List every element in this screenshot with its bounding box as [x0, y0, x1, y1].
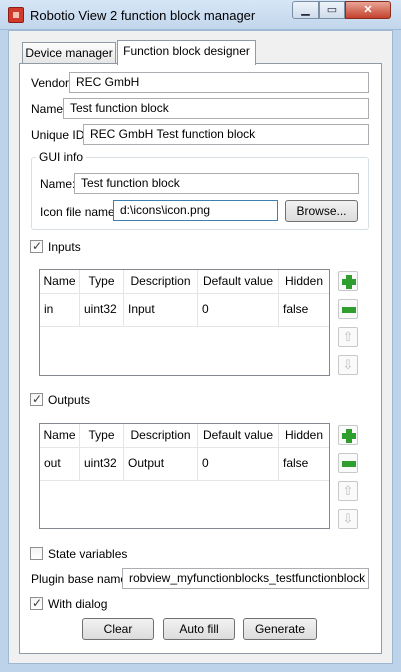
app-icon: [8, 7, 24, 23]
column-header-description[interactable]: Description: [124, 270, 198, 293]
table-row[interactable]: out uint32 Output 0 false: [40, 448, 329, 481]
move-input-down-arrow-down-icon[interactable]: ⇩: [338, 355, 358, 375]
state-variables-checkbox[interactable]: [30, 547, 43, 560]
move-output-down-arrow-down-icon[interactable]: ⇩: [338, 509, 358, 529]
cell-default-value[interactable]: 0: [198, 294, 279, 326]
outputs-table[interactable]: Name Type Description Default value Hidd…: [39, 423, 330, 529]
column-header-hidden[interactable]: Hidden: [279, 270, 329, 293]
column-header-default-value[interactable]: Default value: [198, 270, 279, 293]
cell-description[interactable]: Output: [124, 448, 198, 480]
auto-fill-button[interactable]: Auto fill: [163, 618, 235, 640]
plugin-base-name-field[interactable]: robview_myfunctionblocks_testfunctionblo…: [122, 568, 369, 589]
cell-name[interactable]: in: [40, 294, 80, 326]
icon-file-name-field[interactable]: d:\icons\icon.png: [113, 200, 278, 221]
outputs-label: Outputs: [48, 393, 91, 407]
add-output-plus-icon[interactable]: [338, 425, 358, 445]
table-row[interactable]: in uint32 Input 0 false: [40, 294, 329, 327]
column-header-hidden[interactable]: Hidden: [279, 424, 329, 447]
column-header-name[interactable]: Name: [40, 424, 80, 447]
cell-description[interactable]: Input: [124, 294, 198, 326]
column-header-description[interactable]: Description: [124, 424, 198, 447]
move-output-up-arrow-up-icon[interactable]: ⇧: [338, 481, 358, 501]
gui-name-field[interactable]: Test function block: [74, 173, 359, 194]
vendor-field[interactable]: REC GmbH: [69, 72, 369, 93]
with-dialog-label: With dialog: [48, 597, 108, 611]
column-header-type[interactable]: Type: [80, 270, 124, 293]
column-header-name[interactable]: Name: [40, 270, 80, 293]
unique-id-label: Unique ID:: [31, 128, 88, 142]
name-field[interactable]: Test function block: [63, 98, 369, 119]
window-title: Robotio View 2 function block manager: [30, 8, 256, 23]
inputs-table[interactable]: Name Type Description Default value Hidd…: [39, 269, 330, 376]
gui-name-label: Name:: [40, 177, 76, 191]
tab-device-manager[interactable]: Device manager: [22, 42, 116, 64]
cell-hidden[interactable]: false: [279, 448, 329, 480]
cell-default-value[interactable]: 0: [198, 448, 279, 480]
gui-info-title: GUI info: [36, 150, 87, 164]
remove-input-minus-icon[interactable]: [338, 299, 358, 319]
name-label: Name:: [31, 102, 67, 116]
icon-file-name-label: Icon file name:: [40, 205, 119, 219]
vendor-label: Vendor:: [31, 76, 73, 90]
maximize-button[interactable]: ▭: [319, 1, 345, 19]
cell-type[interactable]: uint32: [80, 448, 124, 480]
plugin-base-name-label: Plugin base name:: [31, 572, 131, 586]
column-header-default-value[interactable]: Default value: [198, 424, 279, 447]
cell-hidden[interactable]: false: [279, 294, 329, 326]
unique-id-field[interactable]: REC GmbH Test function block: [83, 124, 369, 145]
outputs-table-header: Name Type Description Default value Hidd…: [40, 424, 329, 448]
minimize-button[interactable]: ▁: [292, 1, 319, 19]
tab-function-block-designer[interactable]: Function block designer: [117, 40, 256, 65]
move-input-up-arrow-up-icon[interactable]: ⇧: [338, 327, 358, 347]
cell-name[interactable]: out: [40, 448, 80, 480]
close-button[interactable]: ✕: [345, 1, 391, 19]
outputs-checkbox[interactable]: [30, 392, 43, 406]
column-header-type[interactable]: Type: [80, 424, 124, 447]
inputs-checkbox[interactable]: [30, 239, 43, 253]
clear-button[interactable]: Clear: [82, 618, 154, 640]
inputs-table-header: Name Type Description Default value Hidd…: [40, 270, 329, 294]
inputs-label: Inputs: [48, 240, 81, 254]
generate-button[interactable]: Generate: [243, 618, 317, 640]
cell-type[interactable]: uint32: [80, 294, 124, 326]
with-dialog-checkbox[interactable]: [30, 596, 43, 610]
state-variables-label: State variables: [48, 547, 128, 561]
add-input-plus-icon[interactable]: [338, 271, 358, 291]
remove-output-minus-icon[interactable]: [338, 453, 358, 473]
browse-button[interactable]: Browse...: [285, 200, 358, 222]
